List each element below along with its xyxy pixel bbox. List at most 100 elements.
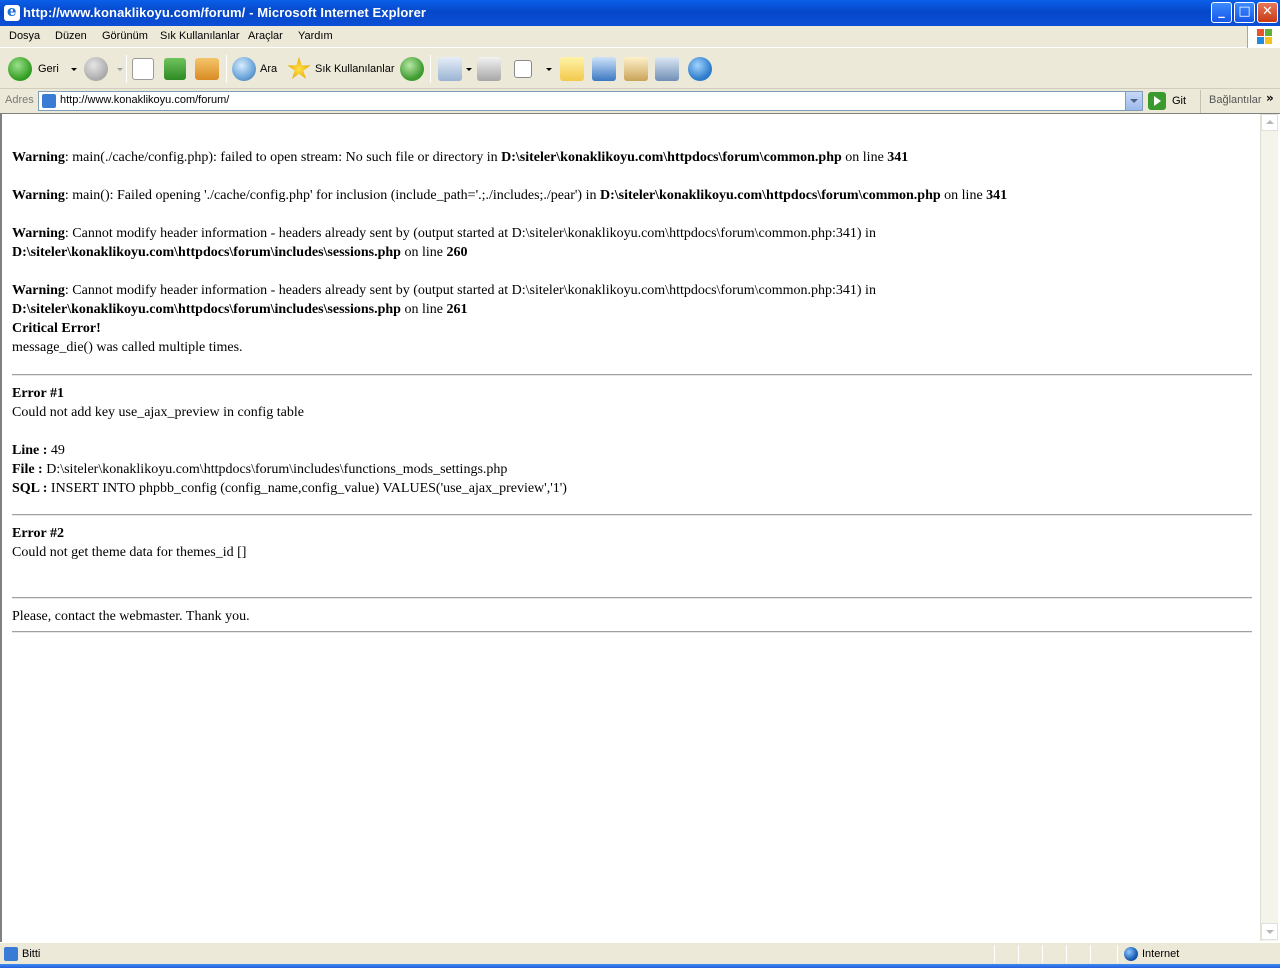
stop-button[interactable] xyxy=(132,55,154,83)
critical-error-title: Critical Error! xyxy=(12,321,101,336)
toolbar-separator xyxy=(126,55,127,83)
links-toolbar[interactable]: Bağlantılar xyxy=(1200,90,1262,113)
close-icon: ✕ xyxy=(1262,4,1273,19)
back-label: Geri xyxy=(38,63,59,75)
messenger-button[interactable] xyxy=(688,55,712,83)
menu-favorites[interactable]: Sık Kullanılanlar xyxy=(160,30,240,42)
links-chevron-icon[interactable]: » xyxy=(1266,91,1274,105)
status-divider xyxy=(994,945,995,963)
ie-logo-icon xyxy=(4,2,20,21)
standard-toolbar: Geri Ara Sık Kullanılanlar xyxy=(0,49,1280,89)
warning-line: 261 xyxy=(446,302,468,317)
error-2-message: Could not get theme data for themes_id [… xyxy=(12,545,247,560)
status-bar: Bitti Internet xyxy=(0,942,1280,964)
status-divider xyxy=(1090,945,1091,963)
messenger-people-icon xyxy=(688,57,712,81)
divider xyxy=(12,631,1252,633)
critical-error-message: message_die() was called multiple times. xyxy=(12,340,243,355)
restore-icon: □ xyxy=(1238,4,1251,19)
restore-button[interactable]: □ xyxy=(1234,2,1255,23)
research-button[interactable] xyxy=(592,55,616,83)
mail-button[interactable] xyxy=(438,55,472,83)
status-divider xyxy=(1018,945,1019,963)
note-icon xyxy=(560,57,584,81)
status-divider xyxy=(1117,945,1118,963)
address-input[interactable]: http://www.konaklikoyu.com/forum/ xyxy=(38,91,1143,111)
scroll-up-icon[interactable] xyxy=(1261,114,1278,131)
window-title: http://www.konaklikoyu.com/forum/ - Micr… xyxy=(23,5,427,20)
scroll-down-icon[interactable] xyxy=(1261,923,1278,940)
favorites-button[interactable]: Sık Kullanılanlar xyxy=(287,55,395,83)
warning-1: Warning: main(./cache/config.php): faile… xyxy=(12,148,1252,167)
mail-dropdown-icon xyxy=(466,67,472,71)
warning-line: 341 xyxy=(887,150,909,165)
history-button[interactable] xyxy=(400,55,424,83)
search-button[interactable]: Ara xyxy=(232,55,277,83)
error-1-file: File : D:\siteler\konaklikoyu.com\httpdo… xyxy=(12,462,508,477)
close-button[interactable]: ✕ xyxy=(1257,2,1278,23)
address-label: Adres xyxy=(5,94,34,106)
status-divider xyxy=(1066,945,1067,963)
back-button[interactable]: Geri xyxy=(8,55,77,83)
warning-label: Warning xyxy=(12,283,65,298)
warning-online: on line xyxy=(841,150,888,165)
warning-text: : Cannot modify header information - hea… xyxy=(64,226,876,241)
printer-icon xyxy=(477,57,501,81)
favorites-star-icon xyxy=(287,57,311,79)
go-label: Git xyxy=(1172,95,1187,107)
print-button[interactable] xyxy=(477,55,501,83)
forward-arrow-icon xyxy=(84,57,108,81)
error-2-title: Error #2 xyxy=(12,526,64,541)
status-divider xyxy=(1042,945,1043,963)
address-dropdown-icon[interactable] xyxy=(1125,92,1142,110)
media-icon xyxy=(655,57,679,81)
php-error-page: Warning: main(./cache/config.php): faile… xyxy=(12,148,1252,633)
error-1-message: Could not add key use_ajax_preview in co… xyxy=(12,405,304,420)
menu-bar: Dosya Düzen Görünüm Sık Kullanılanlar Ar… xyxy=(0,26,1280,48)
error-1-sql: SQL : INSERT INTO phpbb_config (config_n… xyxy=(12,481,567,496)
tools-button[interactable] xyxy=(624,55,648,83)
warning-path: D:\siteler\konaklikoyu.com\httpdocs\foru… xyxy=(501,150,842,165)
warning-2: Warning: main(): Failed opening './cache… xyxy=(12,186,1252,205)
menu-duzen[interactable]: Düzen xyxy=(55,30,87,42)
address-bar: Adres http://www.konaklikoyu.com/forum/ … xyxy=(0,90,1280,113)
status-text: Bitti xyxy=(22,948,41,960)
menu-dosya[interactable]: Dosya xyxy=(9,30,40,42)
menu-araclar[interactable]: Araçlar xyxy=(248,30,283,42)
address-url[interactable]: http://www.konaklikoyu.com/forum/ xyxy=(60,94,229,106)
taskbar-edge xyxy=(0,964,1280,968)
page-content: Warning: main(./cache/config.php): faile… xyxy=(0,113,1280,942)
menu-gorunum[interactable]: Görünüm xyxy=(102,30,148,42)
forward-dropdown-icon xyxy=(117,67,123,71)
refresh-button[interactable] xyxy=(164,55,186,83)
warning-online: on line xyxy=(940,188,987,203)
discuss-button[interactable] xyxy=(560,55,584,83)
warning-online: on line xyxy=(400,245,447,260)
mail-envelope-icon xyxy=(438,57,462,81)
warning-label: Warning xyxy=(12,188,65,203)
warning-text: : Cannot modify header information - hea… xyxy=(64,283,876,298)
page-done-icon xyxy=(4,947,18,961)
favorites-label: Sık Kullanılanlar xyxy=(315,63,395,75)
search-magnifier-icon xyxy=(232,57,256,81)
security-zone: Internet xyxy=(1142,948,1180,960)
vertical-scrollbar[interactable] xyxy=(1260,114,1278,941)
warning-label: Warning xyxy=(12,226,65,241)
edit-button[interactable] xyxy=(514,55,552,83)
menu-yardim[interactable]: Yardım xyxy=(298,30,333,42)
warning-path: D:\siteler\konaklikoyu.com\httpdocs\foru… xyxy=(12,302,401,317)
home-button[interactable] xyxy=(195,55,219,83)
back-arrow-icon xyxy=(8,57,32,81)
go-arrow-icon xyxy=(1148,92,1166,110)
go-button[interactable]: Git xyxy=(1148,91,1186,111)
footer-message: Please, contact the webmaster. Thank you… xyxy=(12,609,250,624)
media-button[interactable] xyxy=(655,55,679,83)
error-1-title: Error #1 xyxy=(12,386,64,401)
minimize-button[interactable]: _ xyxy=(1211,2,1232,23)
page-icon xyxy=(42,94,56,108)
tools-icon xyxy=(624,57,648,81)
windows-flag-icon xyxy=(1247,26,1280,48)
forward-button[interactable] xyxy=(84,55,123,83)
home-icon xyxy=(195,58,219,80)
edit-page-icon xyxy=(514,60,532,78)
